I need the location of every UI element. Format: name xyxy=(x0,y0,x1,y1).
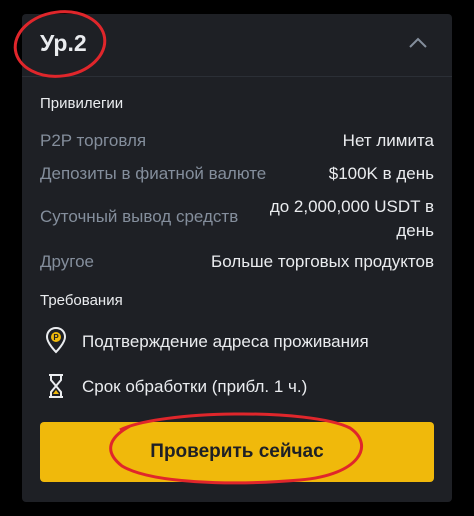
privilege-value-p2p: Нет лимита xyxy=(342,131,434,150)
chevron-up-icon[interactable] xyxy=(406,32,430,52)
hourglass-icon xyxy=(49,374,63,398)
privilege-label-fiat-deposit: Депозиты в фиатной валюте xyxy=(40,164,267,183)
privilege-label-p2p: P2P торговля xyxy=(40,131,147,150)
privilege-label-other: Другое xyxy=(40,252,95,271)
privilege-value-other: Больше торговых продуктов xyxy=(211,252,434,271)
requirement-processing-time: Срок обработки (прибл. 1 ч.) xyxy=(82,377,308,396)
privilege-value-withdrawal: до 2,000,000 USDT в день xyxy=(269,197,434,240)
requirement-address-proof: Подтверждение адреса проживания xyxy=(82,332,369,351)
location-pin-icon: P xyxy=(45,326,67,354)
level-title: Ур.2 xyxy=(40,30,87,56)
privilege-value-fiat-deposit: $100K в день xyxy=(328,164,434,183)
privileges-heading: Привилегии xyxy=(40,95,124,112)
privilege-label-withdrawal: Суточный вывод средств xyxy=(40,207,239,226)
svg-text:P: P xyxy=(53,333,59,342)
verify-now-button[interactable]: Проверить сейчас xyxy=(40,422,434,482)
requirements-heading: Требования xyxy=(40,292,123,309)
divider xyxy=(22,76,452,77)
